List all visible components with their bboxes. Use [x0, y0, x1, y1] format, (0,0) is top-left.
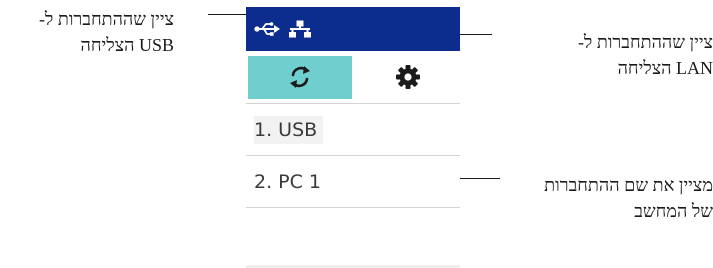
- list-item-usb[interactable]: 1. USB: [246, 103, 460, 155]
- list-item-label: 2. PC 1: [254, 171, 322, 193]
- device-screen: 1. USB 2. PC 1: [246, 0, 460, 268]
- callout-lan: ציין שההתחברות ל- LAN הצליחה: [520, 29, 713, 81]
- tab-connections[interactable]: [248, 56, 352, 99]
- callout-pc-name-line2: של המחשב: [634, 201, 713, 221]
- callout-usb-line2: USB הצליחה: [80, 35, 174, 55]
- callout-usb: ציין שההתחברות ל- USB הצליחה: [0, 6, 174, 58]
- tab-bar: [246, 51, 460, 103]
- usb-icon: [254, 22, 280, 36]
- callout-pc-name: מציין את שם ההתחברות של המחשב: [505, 172, 713, 224]
- list-item-label: 1. USB: [254, 116, 324, 144]
- list-item-empty: [246, 207, 460, 268]
- callout-lan-line1: ציין שההתחברות ל-: [577, 32, 713, 52]
- callout-lan-line2: LAN הצליחה: [617, 58, 713, 78]
- gear-icon: [396, 65, 420, 89]
- tab-settings[interactable]: [355, 56, 460, 99]
- lan-network-icon: [289, 20, 311, 38]
- list-item-pc[interactable]: 2. PC 1: [246, 155, 460, 207]
- status-bar: [246, 7, 460, 51]
- connection-list: 1. USB 2. PC 1: [246, 103, 460, 268]
- sync-arrows-icon: [290, 66, 310, 88]
- callout-usb-line1: ציין שההתחברות ל-: [38, 9, 174, 29]
- callout-pc-name-line1: מציין את שם ההתחברות: [544, 175, 713, 195]
